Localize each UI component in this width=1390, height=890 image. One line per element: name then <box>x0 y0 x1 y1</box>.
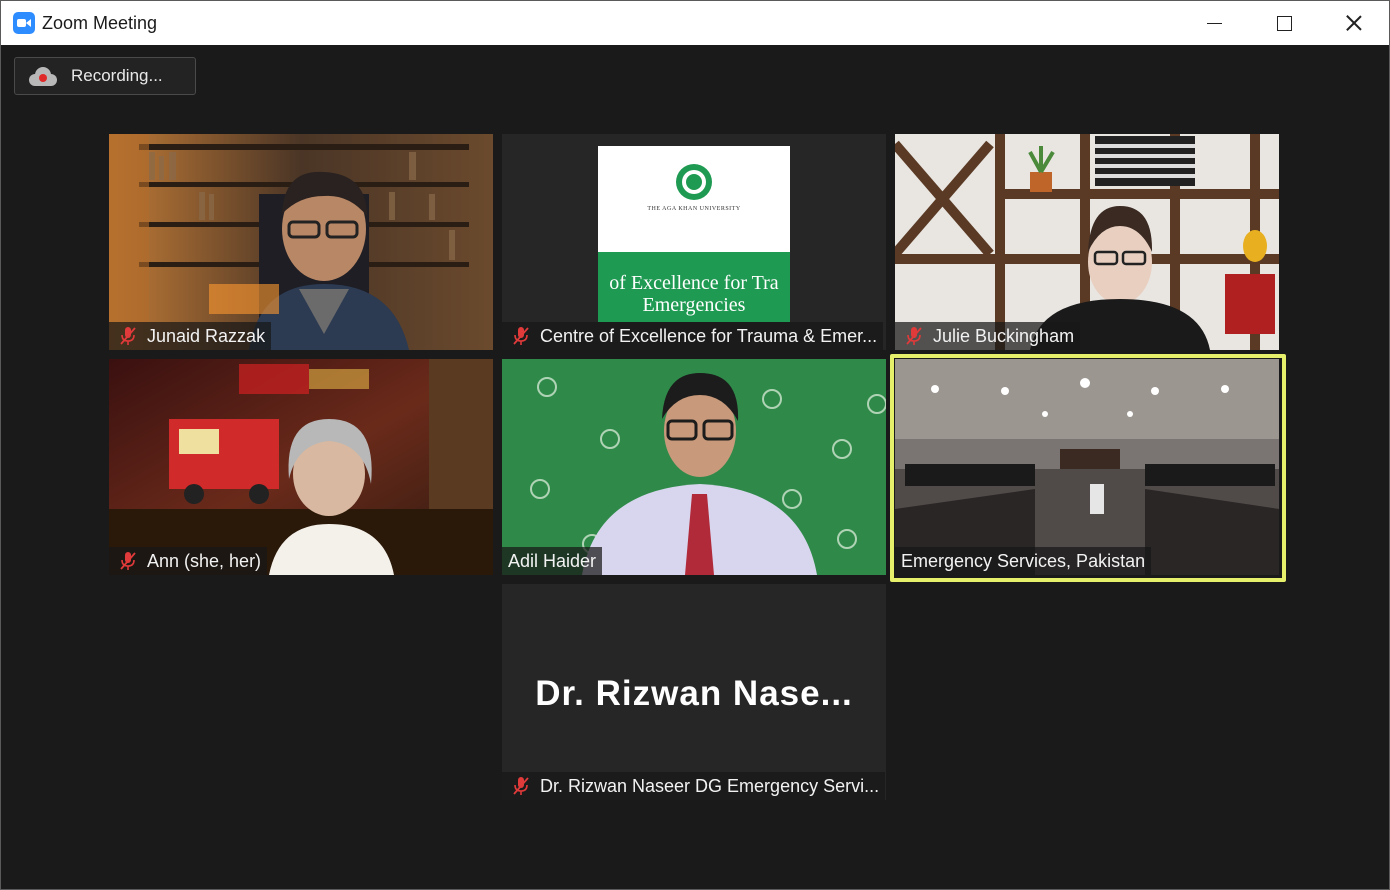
participant-name-tag: Julie Buckingham <box>895 322 1081 350</box>
zoom-window: Zoom Meeting Recording... Junaid Razzak … <box>0 0 1390 890</box>
participant-name: Junaid Razzak <box>147 325 266 346</box>
participant-name-tag: Adil Haider <box>502 547 603 575</box>
participant-name: Centre of Excellence for Trauma & Emer..… <box>540 325 878 346</box>
slide-heading-line2: Emergencies <box>642 294 746 316</box>
participant-name-tag: Ann (she, her) <box>109 547 268 575</box>
cloud-recording-icon <box>29 66 57 86</box>
aga-khan-logo-icon <box>676 164 712 200</box>
maximize-button[interactable] <box>1249 1 1319 45</box>
participant-name-tag: Junaid Razzak <box>109 322 272 350</box>
video-tile-emergency-services[interactable]: Emergency Services, Pakistan <box>895 359 1279 575</box>
muted-mic-icon <box>906 327 922 345</box>
muted-mic-icon <box>513 327 529 345</box>
close-button[interactable] <box>1319 1 1389 45</box>
recording-label: Recording... <box>71 66 163 85</box>
participant-name: Julie Buckingham <box>933 325 1075 346</box>
title-bar[interactable]: Zoom Meeting <box>1 1 1389 45</box>
window-title: Zoom Meeting <box>42 12 158 33</box>
slide-org-name: THE AGA KHAN UNIVERSITY <box>647 206 741 212</box>
slide-heading-line1: of Excellence for Tra <box>609 272 779 294</box>
participant-name-tag: Dr. Rizwan Naseer DG Emergency Servi... <box>502 772 886 800</box>
video-tile-ann[interactable]: Ann (she, her) <box>109 359 493 575</box>
window-controls <box>1179 1 1389 45</box>
recording-indicator[interactable]: Recording... <box>14 57 196 95</box>
participant-name: Emergency Services, Pakistan <box>901 550 1146 571</box>
participant-name-tag: Emergency Services, Pakistan <box>895 547 1152 575</box>
participant-name: Ann (she, her) <box>147 550 262 571</box>
maximize-icon <box>1276 15 1292 31</box>
muted-mic-icon <box>120 552 136 570</box>
muted-mic-icon <box>513 777 529 795</box>
participant-video <box>109 359 493 575</box>
participant-video <box>895 134 1279 350</box>
participant-name: Dr. Rizwan Naseer DG Emergency Servi... <box>540 775 880 796</box>
participant-video <box>109 134 493 350</box>
video-tile-julie[interactable]: Julie Buckingham <box>895 134 1279 350</box>
zoom-camera-icon <box>13 12 35 34</box>
shared-slide: THE AGA KHAN UNIVERSITY of Excellence fo… <box>598 146 790 322</box>
muted-mic-icon <box>120 327 136 345</box>
participant-video <box>502 359 886 575</box>
minimize-icon <box>1206 22 1222 24</box>
participant-video <box>895 359 1279 575</box>
video-tile-junaid[interactable]: Junaid Razzak <box>109 134 493 350</box>
minimize-button[interactable] <box>1179 1 1249 45</box>
video-tile-adil[interactable]: Adil Haider <box>502 359 886 575</box>
video-tile-rizwan[interactable]: Dr. Rizwan Nase... Dr. Rizwan Naseer DG … <box>502 584 886 800</box>
participant-avatar-name: Dr. Rizwan Nase... <box>535 674 853 713</box>
video-tile-centre-of-excellence[interactable]: THE AGA KHAN UNIVERSITY of Excellence fo… <box>502 134 886 350</box>
participant-name: Adil Haider <box>508 550 597 571</box>
close-icon <box>1346 15 1362 31</box>
participant-name-tag: Centre of Excellence for Trauma & Emer..… <box>502 322 884 350</box>
